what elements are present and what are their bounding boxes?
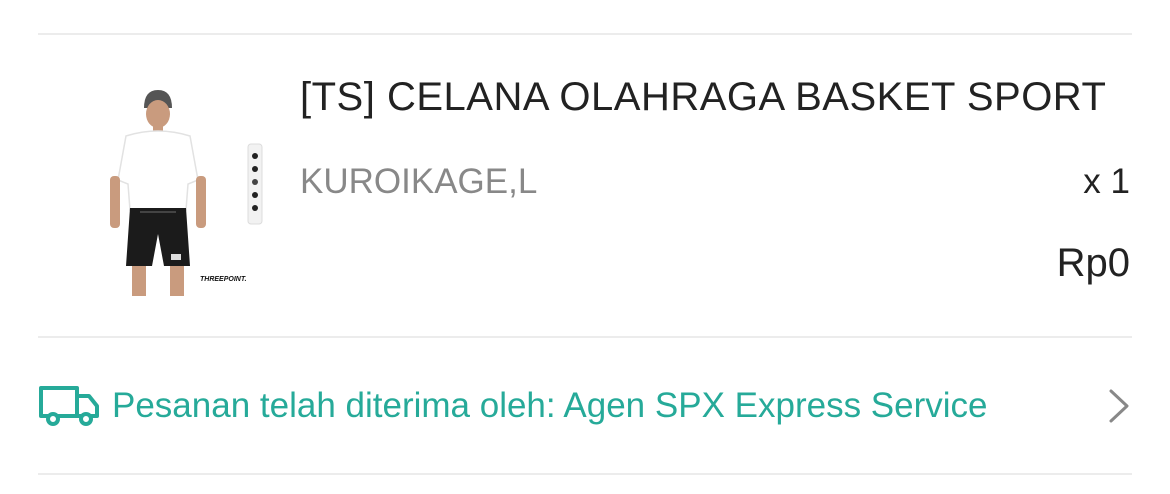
bottom-divider xyxy=(38,473,1132,475)
product-thumbnail: THREEPOINT. xyxy=(110,90,263,296)
truck-icon xyxy=(39,386,99,426)
product-variant: KUROIKAGE,L xyxy=(300,162,538,201)
product-name: [TS] CELANA OLAHRAGA BASKET SPORT xyxy=(300,75,1107,119)
product-image-brand: THREEPOINT. xyxy=(200,276,247,283)
product-price: Rp0 xyxy=(1056,241,1130,285)
shipping-status-text: Pesanan telah diterima oleh: Agen SPX Ex… xyxy=(112,386,988,425)
order-product-item[interactable]: THREEPOINT. [TS] CELANA OLAHRAGA BASKET … xyxy=(0,35,1170,336)
shipping-status-row[interactable]: Pesanan telah diterima oleh: Agen SPX Ex… xyxy=(0,338,1170,473)
product-quantity: x 1 xyxy=(1083,162,1130,201)
chevron-right-icon xyxy=(1109,389,1129,423)
